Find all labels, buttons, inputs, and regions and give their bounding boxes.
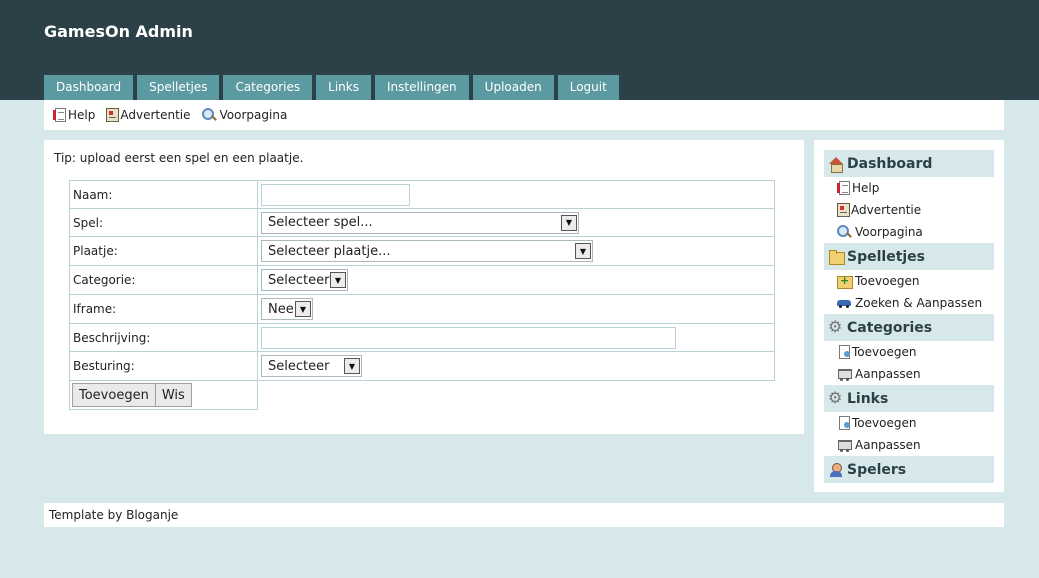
- sidebar-section-categories[interactable]: Categories: [824, 314, 994, 341]
- chevron-down-icon: ▼: [561, 214, 577, 231]
- footer: Template by Bloganje: [44, 503, 1004, 527]
- naam-input[interactable]: [261, 183, 410, 206]
- site-title: GamesOn Admin: [44, 22, 193, 41]
- user-icon: [828, 462, 844, 478]
- sidebar: Dashboard Help Advertentie Voorpagina Sp…: [814, 140, 1004, 492]
- toevoegen-button[interactable]: Toevoegen: [72, 383, 156, 407]
- cart-icon: [836, 366, 852, 382]
- help-page-icon: [837, 181, 850, 195]
- sidebar-item-advertentie[interactable]: Advertentie: [836, 201, 921, 219]
- chevron-down-icon: ▼: [330, 272, 346, 288]
- advert-icon: [106, 108, 120, 122]
- sidebar-item-label: Voorpagina: [855, 225, 923, 239]
- subnav-advertentie-label: Advertentie: [120, 108, 191, 122]
- advert-icon: [837, 203, 850, 217]
- home-icon: [828, 156, 844, 173]
- beschrijving-input[interactable]: [261, 326, 676, 349]
- sidebar-item-help[interactable]: Help: [836, 179, 879, 197]
- sidebar-section-title: Categories: [847, 319, 933, 336]
- sidebar-item-spelletjes-toevoegen[interactable]: Toevoegen: [836, 272, 919, 290]
- main-nav-tabs: Dashboard Spelletjes Categories Links In…: [44, 75, 623, 100]
- iframe-label: Iframe:: [69, 294, 258, 324]
- add-game-form: Naam: Spel: Selecteer spel... ▼ Plaatje:…: [69, 180, 775, 410]
- sidebar-item-label: Aanpassen: [855, 438, 921, 452]
- sidebar-section-dashboard[interactable]: Dashboard: [824, 150, 994, 177]
- sidebar-item-label: Toevoegen: [852, 345, 917, 359]
- sidebar-item-links-aanpassen[interactable]: Aanpassen: [836, 436, 921, 454]
- sidebar-section-spelletjes[interactable]: Spelletjes: [824, 243, 994, 270]
- tab-links[interactable]: Links: [316, 75, 371, 100]
- sidebar-section-title: Spelletjes: [847, 248, 926, 265]
- categorie-select-value: Selecteer: [268, 272, 330, 288]
- help-page-icon: [53, 108, 66, 122]
- footer-text: Template by Bloganje: [49, 508, 179, 522]
- wis-button[interactable]: Wis: [154, 383, 192, 407]
- sidebar-item-zoeken-aanpassen[interactable]: Zoeken & Aanpassen: [836, 294, 982, 312]
- categorie-select[interactable]: Selecteer ▼: [261, 269, 348, 291]
- main-content: Tip: upload eerst een spel en een plaatj…: [44, 140, 804, 434]
- spel-select[interactable]: Selecteer spel... ▼: [261, 211, 579, 234]
- spel-select-value: Selecteer spel...: [268, 215, 373, 230]
- header: GamesOn Admin Dashboard Spelletjes Categ…: [0, 0, 1039, 100]
- sidebar-item-categories-toevoegen[interactable]: Toevoegen: [836, 343, 916, 361]
- besturing-label: Besturing:: [69, 351, 258, 381]
- folder-icon: [828, 249, 845, 265]
- subnav-voorpagina-link[interactable]: Voorpagina: [201, 107, 288, 123]
- sidebar-section-title: Spelers: [847, 461, 907, 478]
- sidebar-item-voorpagina[interactable]: Voorpagina: [836, 223, 923, 241]
- plaatje-select[interactable]: Selecteer plaatje... ▼: [261, 240, 593, 262]
- sidebar-item-label: Advertentie: [851, 203, 922, 217]
- gear-icon: [828, 388, 844, 407]
- tab-loguit[interactable]: Loguit: [557, 75, 619, 100]
- sub-nav: Help Advertentie Voorpagina: [44, 100, 1004, 130]
- subnav-advertentie-link[interactable]: Advertentie: [105, 107, 191, 123]
- sidebar-item-label: Toevoegen: [855, 274, 920, 288]
- chevron-down-icon: ▼: [344, 358, 360, 374]
- chevron-down-icon: ▼: [575, 243, 591, 259]
- beschrijving-label: Beschrijving:: [69, 323, 258, 352]
- cart-icon: [836, 437, 852, 453]
- iframe-select-value: Nee: [268, 301, 294, 317]
- sidebar-section-spelers[interactable]: Spelers: [824, 456, 994, 483]
- besturing-select[interactable]: Selecteer ▼: [261, 355, 362, 377]
- sidebar-item-links-toevoegen[interactable]: Toevoegen: [836, 414, 916, 432]
- gear-icon: [828, 317, 844, 336]
- page-edit-icon: [839, 345, 850, 359]
- sidebar-item-label: Aanpassen: [855, 367, 921, 381]
- naam-label: Naam:: [69, 180, 258, 209]
- subnav-help-label: Help: [68, 108, 96, 122]
- car-icon: [836, 295, 852, 311]
- sidebar-item-label: Toevoegen: [852, 416, 917, 430]
- tab-dashboard[interactable]: Dashboard: [44, 75, 134, 100]
- magnifier-icon: [201, 107, 217, 123]
- iframe-select[interactable]: Nee ▼: [261, 298, 313, 320]
- sidebar-section-title: Links: [847, 390, 889, 407]
- chevron-down-icon: ▼: [295, 301, 311, 317]
- spel-label: Spel:: [69, 208, 258, 237]
- sidebar-section-title: Dashboard: [847, 155, 933, 172]
- tip-text: Tip: upload eerst een spel en een plaatj…: [54, 151, 304, 165]
- sidebar-section-links[interactable]: Links: [824, 385, 994, 412]
- folder-add-icon: [836, 273, 853, 289]
- tab-categories[interactable]: Categories: [223, 75, 313, 100]
- plaatje-label: Plaatje:: [69, 236, 258, 266]
- tab-spelletjes[interactable]: Spelletjes: [137, 75, 220, 100]
- subnav-help-link[interactable]: Help: [52, 107, 95, 123]
- sidebar-item-label: Zoeken & Aanpassen: [855, 296, 983, 310]
- besturing-select-value: Selecteer: [268, 358, 330, 374]
- tab-uploaden[interactable]: Uploaden: [472, 75, 554, 100]
- plaatje-select-value: Selecteer plaatje...: [268, 243, 391, 259]
- subnav-voorpagina-label: Voorpagina: [219, 108, 288, 122]
- page-edit-icon: [839, 416, 850, 430]
- sidebar-item-categories-aanpassen[interactable]: Aanpassen: [836, 365, 921, 383]
- magnifier-icon: [836, 224, 852, 240]
- sidebar-item-label: Help: [852, 181, 880, 195]
- categorie-label: Categorie:: [69, 265, 258, 295]
- tab-instellingen[interactable]: Instellingen: [374, 75, 469, 100]
